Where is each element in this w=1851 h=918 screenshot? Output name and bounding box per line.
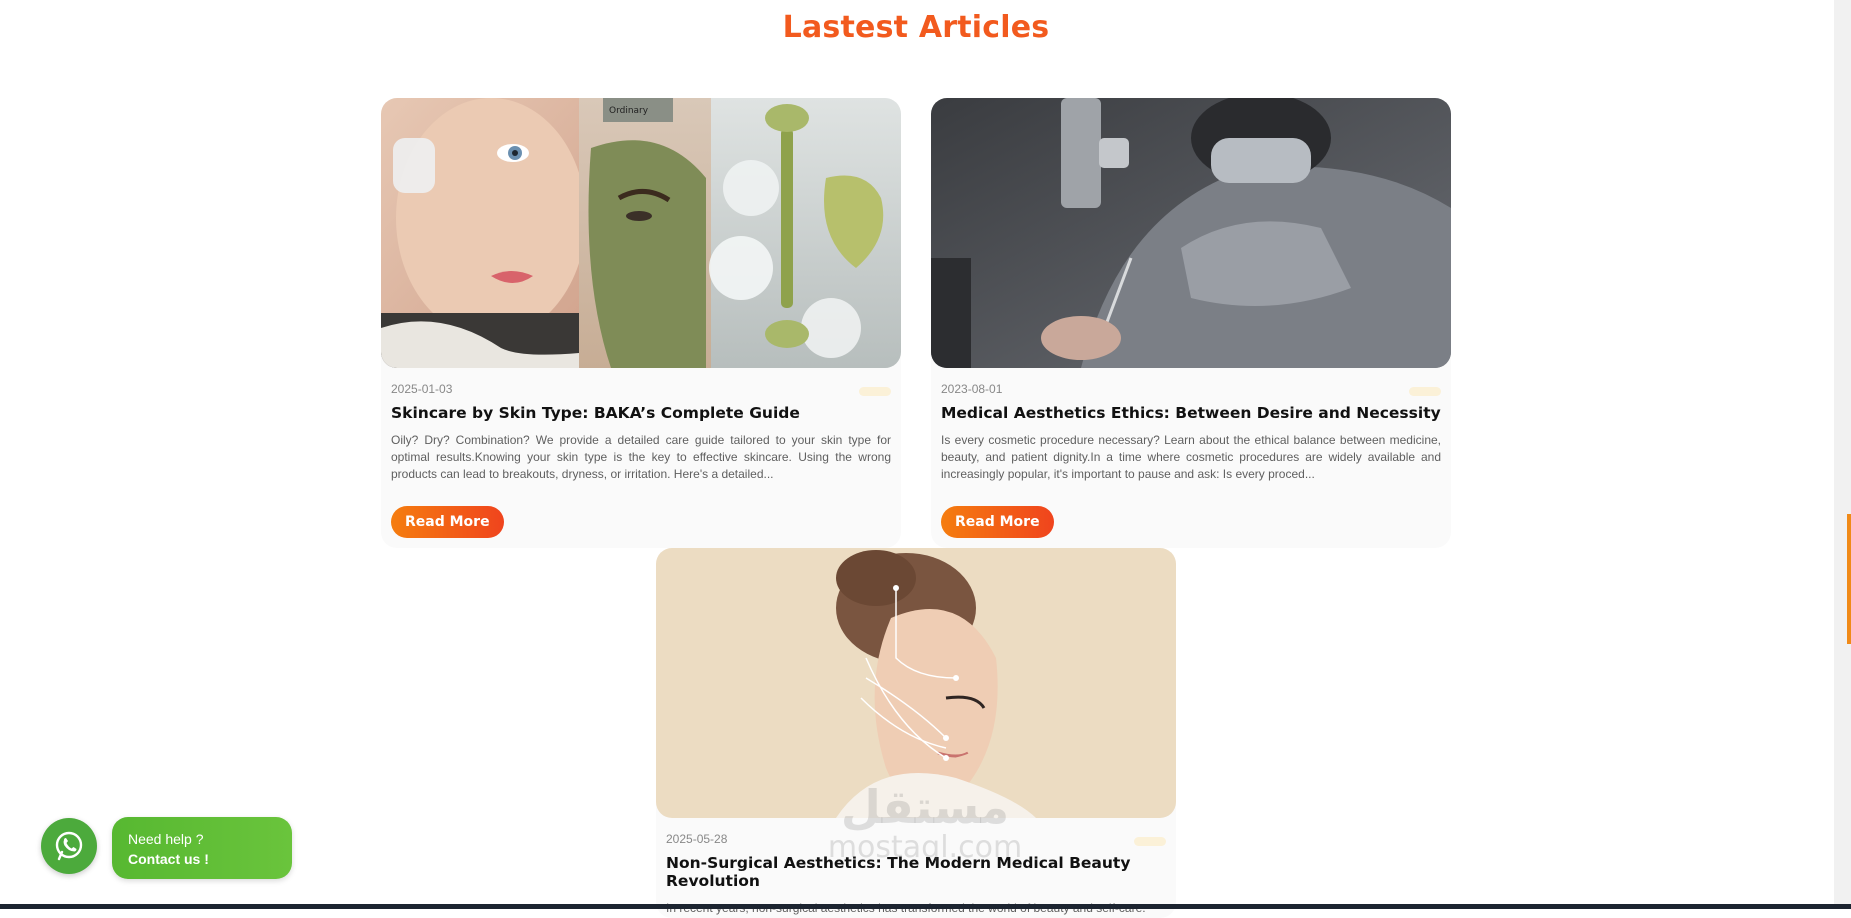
scroll-thumb[interactable] [1847, 514, 1851, 644]
bottom-edge-bar [0, 904, 1851, 909]
category-tag [1409, 387, 1441, 396]
article-meta: 2025-01-03 [381, 368, 901, 398]
face-lift-photo-image [656, 548, 1176, 818]
surgeon-photo-image [931, 98, 1451, 368]
article-image-surgeon[interactable] [931, 98, 1451, 368]
article-title[interactable]: Skincare by Skin Type: BAKA’s Complete G… [381, 404, 901, 422]
article-card: 2023-08-01 Medical Aesthetics Ethics: Be… [931, 98, 1451, 548]
article-meta: 2025-05-28 [656, 818, 1176, 848]
skincare-collage-image: Ordinary [381, 98, 901, 368]
read-more-button[interactable]: Read More [941, 506, 1054, 538]
article-date: 2023-08-01 [941, 382, 1003, 396]
article-image-face[interactable] [656, 548, 1176, 818]
article-title[interactable]: Medical Aesthetics Ethics: Between Desir… [931, 404, 1451, 422]
category-tag [859, 387, 891, 396]
article-date: 2025-01-03 [391, 382, 453, 396]
whatsapp-button[interactable] [41, 818, 97, 874]
product-label: Ordinary [609, 106, 649, 116]
help-text: Need help ? [128, 831, 204, 847]
article-date: 2025-05-28 [666, 832, 728, 846]
article-card: 2025-05-28 Non-Surgical Aesthetics: The … [656, 548, 1176, 918]
help-contact-box[interactable]: Need help ? Contact us ! [112, 817, 292, 879]
whatsapp-icon [55, 831, 83, 861]
category-tag [1134, 837, 1166, 846]
article-meta: 2023-08-01 [931, 368, 1451, 398]
section-title: Lastest Articles [782, 10, 1050, 45]
article-title[interactable]: Non-Surgical Aesthetics: The Modern Medi… [656, 854, 1176, 890]
read-more-button[interactable]: Read More [391, 506, 504, 538]
article-excerpt: Oily? Dry? Combination? We provide a det… [391, 433, 891, 481]
article-image-skincare[interactable]: Ordinary [381, 98, 901, 368]
page-scrollbar[interactable] [1834, 0, 1851, 909]
article-card: Ordinary 2025-01-03 Skincare by Skin Typ… [381, 98, 901, 548]
article-excerpt: Is every cosmetic procedure necessary? L… [941, 433, 1441, 481]
contact-text: Contact us ! [128, 851, 209, 867]
